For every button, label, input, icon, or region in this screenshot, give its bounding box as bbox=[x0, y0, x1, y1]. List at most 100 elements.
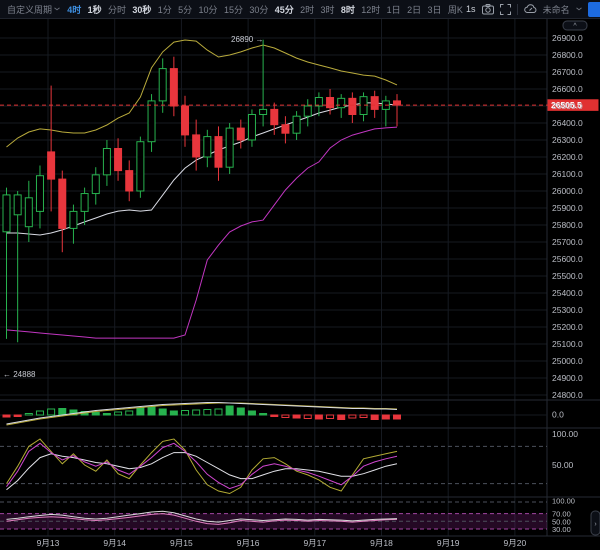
candle-body bbox=[193, 135, 200, 157]
layout-name[interactable]: 未命名 bbox=[543, 3, 570, 16]
macd-histogram-bar bbox=[360, 415, 367, 418]
candle-body bbox=[115, 149, 122, 171]
candle-body bbox=[137, 142, 144, 191]
period-button-13[interactable]: 8时 bbox=[338, 3, 358, 16]
candle-body bbox=[293, 116, 300, 133]
candle-body bbox=[36, 176, 43, 212]
period-button-7[interactable]: 10分 bbox=[195, 3, 220, 16]
candle-body bbox=[271, 109, 278, 124]
layout-chevron-down-icon[interactable] bbox=[576, 7, 582, 10]
price-tick-label: 24800.0 bbox=[552, 390, 583, 400]
price-tick-label: 26500.0 bbox=[552, 101, 583, 111]
candle-body bbox=[282, 125, 289, 134]
candle-body bbox=[226, 128, 233, 167]
period-button-3[interactable]: 分时 bbox=[105, 3, 129, 16]
macd-histogram-bar bbox=[382, 415, 389, 419]
macd-histogram-bar bbox=[327, 415, 334, 419]
macd-histogram-bar bbox=[193, 410, 200, 415]
custom-period-menu[interactable]: 自定义周期 bbox=[3, 3, 64, 16]
macd-histogram-bar bbox=[14, 415, 21, 417]
candle-body bbox=[349, 98, 356, 114]
interval-badge[interactable]: 1s bbox=[466, 4, 476, 14]
macd-histogram-bar bbox=[92, 413, 99, 416]
macd-histogram-bar bbox=[393, 415, 400, 419]
period-button-6[interactable]: 5分 bbox=[175, 3, 195, 16]
macd-histogram-bar bbox=[3, 415, 10, 417]
period-button-14[interactable]: 12时 bbox=[358, 3, 383, 16]
candle-body bbox=[148, 101, 155, 142]
price-tick-label: 25900.0 bbox=[552, 203, 583, 213]
candle-body bbox=[304, 106, 311, 116]
candle-body bbox=[360, 97, 367, 115]
price-tick-label: 25700.0 bbox=[552, 237, 583, 247]
fullscreen-icon[interactable] bbox=[500, 4, 511, 15]
candle-body bbox=[3, 195, 10, 232]
macd-histogram-bar bbox=[115, 412, 122, 415]
macd-histogram-bar bbox=[371, 415, 378, 420]
period-button-10[interactable]: 45分 bbox=[272, 3, 297, 16]
chart-canvas[interactable]: 26505.526890 →← 2488826900.026800.026700… bbox=[0, 0, 600, 550]
period-button-17[interactable]: 3日 bbox=[424, 3, 444, 16]
candle-body bbox=[103, 149, 110, 175]
period-button-16[interactable]: 2日 bbox=[404, 3, 424, 16]
period-button-12[interactable]: 3时 bbox=[317, 3, 337, 16]
period-button-2[interactable]: 1秒 bbox=[84, 3, 104, 16]
toolbar: 自定义周期 4时1秒分时30秒1分5分10分15分30分45分2时3时8时12时… bbox=[0, 0, 600, 19]
time-axis-label: 9月19 bbox=[437, 538, 460, 548]
macd-histogram-bar bbox=[338, 415, 345, 420]
custom-period-label: 自定义周期 bbox=[7, 3, 52, 16]
macd-histogram-bar bbox=[48, 409, 55, 415]
macd-histogram-bar bbox=[204, 410, 211, 416]
macd-histogram-bar bbox=[170, 411, 177, 415]
price-tick-label: 26200.0 bbox=[552, 152, 583, 162]
period-button-15[interactable]: 1日 bbox=[383, 3, 403, 16]
candle-body bbox=[170, 69, 177, 106]
candle-body bbox=[59, 179, 66, 228]
period-button-9[interactable]: 30分 bbox=[246, 3, 271, 16]
macd-histogram-bar bbox=[237, 408, 244, 415]
macd-histogram-bar bbox=[215, 409, 222, 415]
macd-histogram-bar bbox=[126, 411, 133, 415]
candle-body bbox=[371, 97, 378, 110]
time-axis-label: 9月15 bbox=[170, 538, 193, 548]
period-button-5[interactable]: 1分 bbox=[155, 3, 175, 16]
price-tick-label: 25500.0 bbox=[552, 271, 583, 281]
kdj-axis-label: 50.00 bbox=[552, 460, 574, 470]
period-button-11[interactable]: 2时 bbox=[297, 3, 317, 16]
toolbar-divider bbox=[517, 4, 518, 15]
price-tick-label: 25800.0 bbox=[552, 220, 583, 230]
period-button-18[interactable]: 周K bbox=[445, 3, 466, 16]
price-tick-label: 25600.0 bbox=[552, 254, 583, 264]
period-button-1[interactable]: 4时 bbox=[64, 3, 84, 16]
camera-icon[interactable] bbox=[482, 4, 494, 15]
macd-histogram-bar bbox=[36, 411, 43, 415]
macd-histogram-bar bbox=[282, 415, 289, 418]
cloud-icon[interactable] bbox=[524, 4, 537, 14]
macd-histogram-bar bbox=[293, 415, 300, 418]
price-tick-label: 26600.0 bbox=[552, 84, 583, 94]
price-tick-label: 25000.0 bbox=[552, 356, 583, 366]
high-annotation: 26890 → bbox=[231, 35, 263, 44]
price-tick-label: 25400.0 bbox=[552, 288, 583, 298]
time-axis-label: 9月18 bbox=[370, 538, 393, 548]
toolbar-right: 1s 未命名 下单 bbox=[466, 2, 600, 17]
macd-histogram-bar bbox=[304, 415, 311, 419]
period-button-8[interactable]: 15分 bbox=[221, 3, 246, 16]
candle-body bbox=[338, 98, 345, 107]
order-button[interactable]: 下单 bbox=[588, 2, 600, 17]
trading-chart-window: 26505.526890 →← 2488826900.026800.026700… bbox=[0, 0, 600, 550]
macd-histogram-bar bbox=[260, 414, 267, 416]
candle-body bbox=[81, 194, 88, 212]
macd-histogram-bar bbox=[137, 408, 144, 415]
candle-body bbox=[92, 175, 99, 194]
candle-body bbox=[237, 128, 244, 140]
candle-body bbox=[25, 198, 32, 227]
macd-histogram-bar bbox=[226, 406, 233, 415]
period-button-4[interactable]: 30秒 bbox=[129, 3, 154, 16]
price-tick-label: 26900.0 bbox=[552, 33, 583, 43]
candle-body bbox=[248, 115, 255, 141]
price-tick-label: 26300.0 bbox=[552, 135, 583, 145]
low-annotation: ← 24888 bbox=[3, 370, 36, 379]
time-axis-label: 9月17 bbox=[303, 538, 326, 548]
candle-body bbox=[393, 101, 400, 105]
